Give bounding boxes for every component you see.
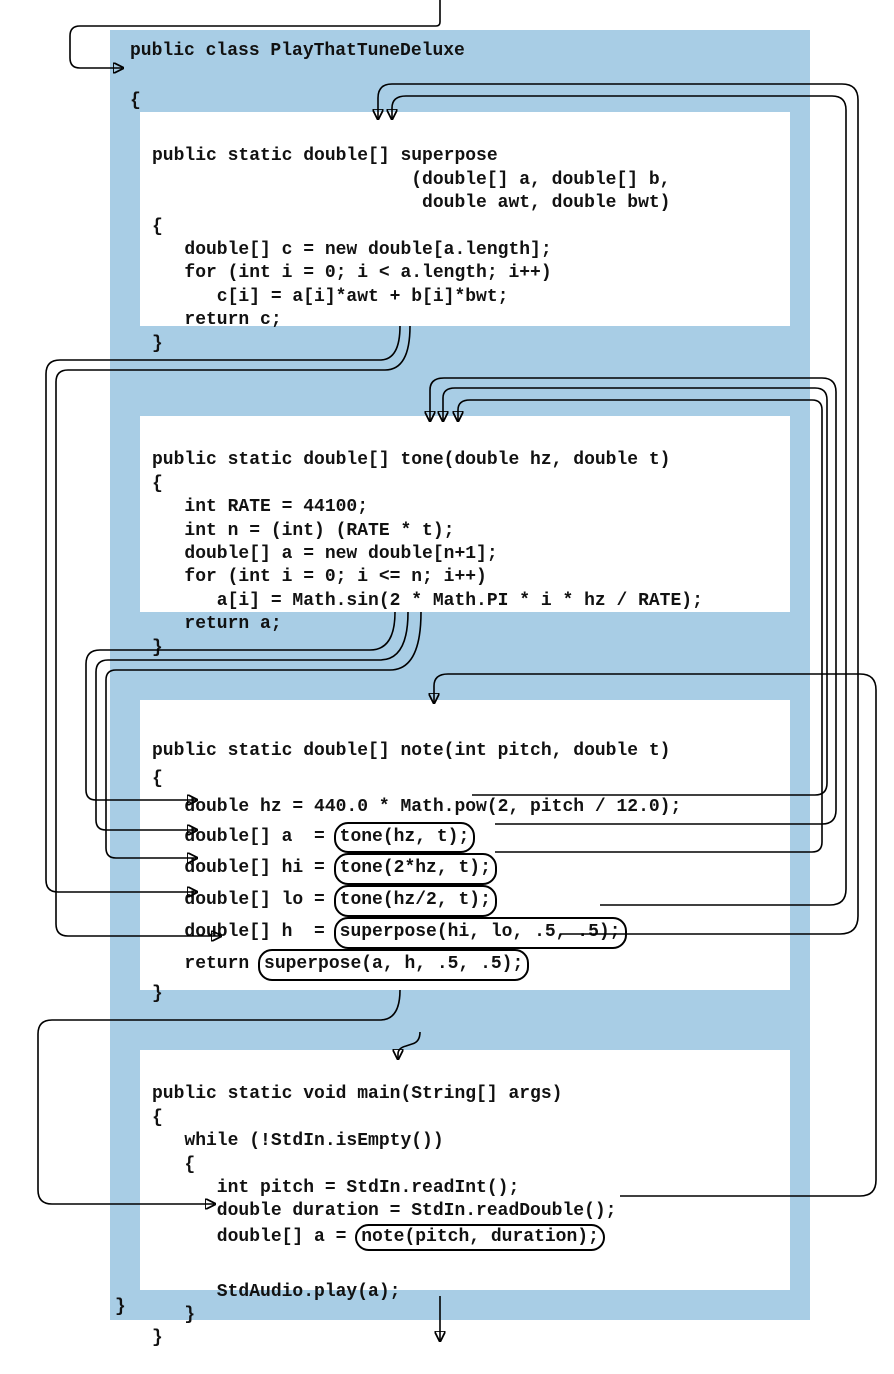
code-line: double[] a = new double[n+1]; bbox=[152, 544, 498, 564]
code-line: a[i] = Math.sin(2 * Math.PI * i * hz / R… bbox=[152, 591, 703, 611]
code-line: int n = (int) (RATE * t); bbox=[152, 521, 454, 541]
code-line: StdAudio.play(a); bbox=[152, 1282, 400, 1302]
call-note: note(pitch, duration); bbox=[355, 1224, 605, 1251]
code-line: while (!StdIn.isEmpty()) bbox=[152, 1131, 444, 1151]
class-close-brace: } bbox=[115, 1296, 126, 1319]
code-line: { bbox=[152, 1108, 163, 1128]
method-note: public static double[] note(int pitch, d… bbox=[140, 700, 790, 990]
code-line: double[] lo = tone(hz/2, t); bbox=[152, 890, 495, 910]
call-tone-lo: tone(hz/2, t); bbox=[334, 885, 497, 917]
code-line: double[] c = new double[a.length]; bbox=[152, 240, 552, 260]
code-line: return a; bbox=[152, 614, 282, 634]
code-line: { bbox=[152, 769, 163, 789]
code-line: for (int i = 0; i < a.length; i++) bbox=[152, 263, 552, 283]
method-tone: public static double[] tone(double hz, d… bbox=[140, 416, 790, 612]
call-superpose-h: superpose(hi, lo, .5, .5); bbox=[334, 917, 627, 949]
diagram-canvas: public class PlayThatTuneDeluxe { } publ… bbox=[0, 0, 894, 1352]
code-line: } bbox=[152, 638, 163, 658]
code-line: return superpose(a, h, .5, .5); bbox=[152, 954, 527, 974]
code-line: double[] a = note(pitch, duration); bbox=[152, 1227, 603, 1247]
code-line: double[] a = tone(hz, t); bbox=[152, 827, 473, 847]
code-line: } bbox=[152, 984, 163, 1004]
code-line: c[i] = a[i]*awt + b[i]*bwt; bbox=[152, 287, 508, 307]
code-line: (double[] a, double[] b, bbox=[152, 170, 670, 190]
code-line: public static double[] note(int pitch, d… bbox=[152, 741, 670, 761]
code-line: double hz = 440.0 * Math.pow(2, pitch / … bbox=[152, 797, 681, 817]
code-line: public static double[] tone(double hz, d… bbox=[152, 450, 670, 470]
code-line: for (int i = 0; i <= n; i++) bbox=[152, 567, 487, 587]
code-line: { bbox=[152, 217, 163, 237]
class-declaration: public class PlayThatTuneDeluxe bbox=[130, 40, 465, 63]
code-line: double[] hi = tone(2*hz, t); bbox=[152, 858, 495, 878]
method-main: public static void main(String[] args) {… bbox=[140, 1050, 790, 1290]
call-tone-a: tone(hz, t); bbox=[334, 822, 476, 854]
call-tone-hi: tone(2*hz, t); bbox=[334, 853, 497, 885]
code-line: return c; bbox=[152, 310, 282, 330]
call-superpose-return: superpose(a, h, .5, .5); bbox=[258, 949, 529, 981]
code-line: { bbox=[152, 474, 163, 494]
code-line: } bbox=[152, 1328, 163, 1348]
code-line: public static void main(String[] args) bbox=[152, 1084, 562, 1104]
code-line: public static double[] superpose bbox=[152, 146, 498, 166]
code-line: { bbox=[152, 1155, 195, 1175]
code-line: double awt, double bwt) bbox=[152, 193, 670, 213]
code-line: int RATE = 44100; bbox=[152, 497, 368, 517]
class-open-brace: { bbox=[130, 90, 141, 113]
code-line: double duration = StdIn.readDouble(); bbox=[152, 1201, 616, 1221]
code-line: int pitch = StdIn.readInt(); bbox=[152, 1178, 519, 1198]
method-superpose: public static double[] superpose (double… bbox=[140, 112, 790, 326]
code-line: } bbox=[152, 334, 163, 354]
code-line: double[] h = superpose(hi, lo, .5, .5); bbox=[152, 922, 625, 942]
code-line: } bbox=[152, 1305, 195, 1325]
